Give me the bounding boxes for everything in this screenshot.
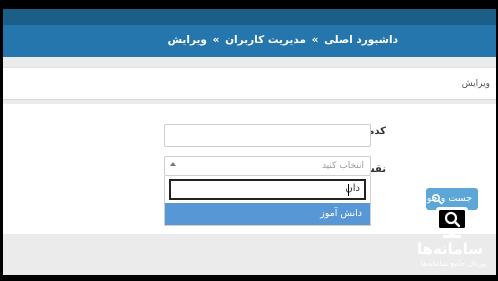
- monitor-search-icon: [436, 207, 468, 238]
- dropdown-option-label: دانش آموز: [320, 208, 362, 219]
- breadcrumb-separator: »: [212, 34, 220, 46]
- logo-tagline: پورتال جامع سامانه‌ها: [420, 259, 487, 268]
- chevron-up-icon: [170, 162, 176, 166]
- breadcrumb-item-dashboard[interactable]: داشبورد اصلی: [324, 34, 398, 46]
- page-subheader: ویرایش: [3, 67, 496, 100]
- logo-brand: سامانه‌ها: [416, 240, 483, 258]
- top-bar: [3, 9, 496, 25]
- breadcrumb-item-edit: ویرایش: [167, 34, 207, 46]
- text-caret: [348, 184, 349, 196]
- national-id-input[interactable]: [164, 124, 371, 147]
- video-frame: داشبورد اصلی » مدیریت کاربران » ویرایش و…: [0, 0, 498, 281]
- breadcrumb: داشبورد اصلی » مدیریت کاربران » ویرایش: [166, 34, 398, 46]
- watermark-logo: سامانه‌ها پورتال جامع سامانه‌ها: [410, 196, 493, 276]
- role-select[interactable]: انتخاب کنید: [164, 156, 371, 176]
- dropdown-option[interactable]: دانش آموز: [165, 203, 370, 225]
- role-dropdown: دان دانش آموز: [164, 176, 371, 226]
- role-select-placeholder: انتخاب کنید: [321, 161, 364, 171]
- breadcrumb-item-users[interactable]: مدیریت کاربران: [225, 34, 306, 46]
- page-title: ویرایش: [461, 79, 490, 89]
- dropdown-search-input[interactable]: دان: [169, 179, 366, 200]
- breadcrumb-separator: »: [311, 34, 319, 46]
- header-bar: داشبورد اصلی » مدیریت کاربران » ویرایش: [3, 25, 496, 57]
